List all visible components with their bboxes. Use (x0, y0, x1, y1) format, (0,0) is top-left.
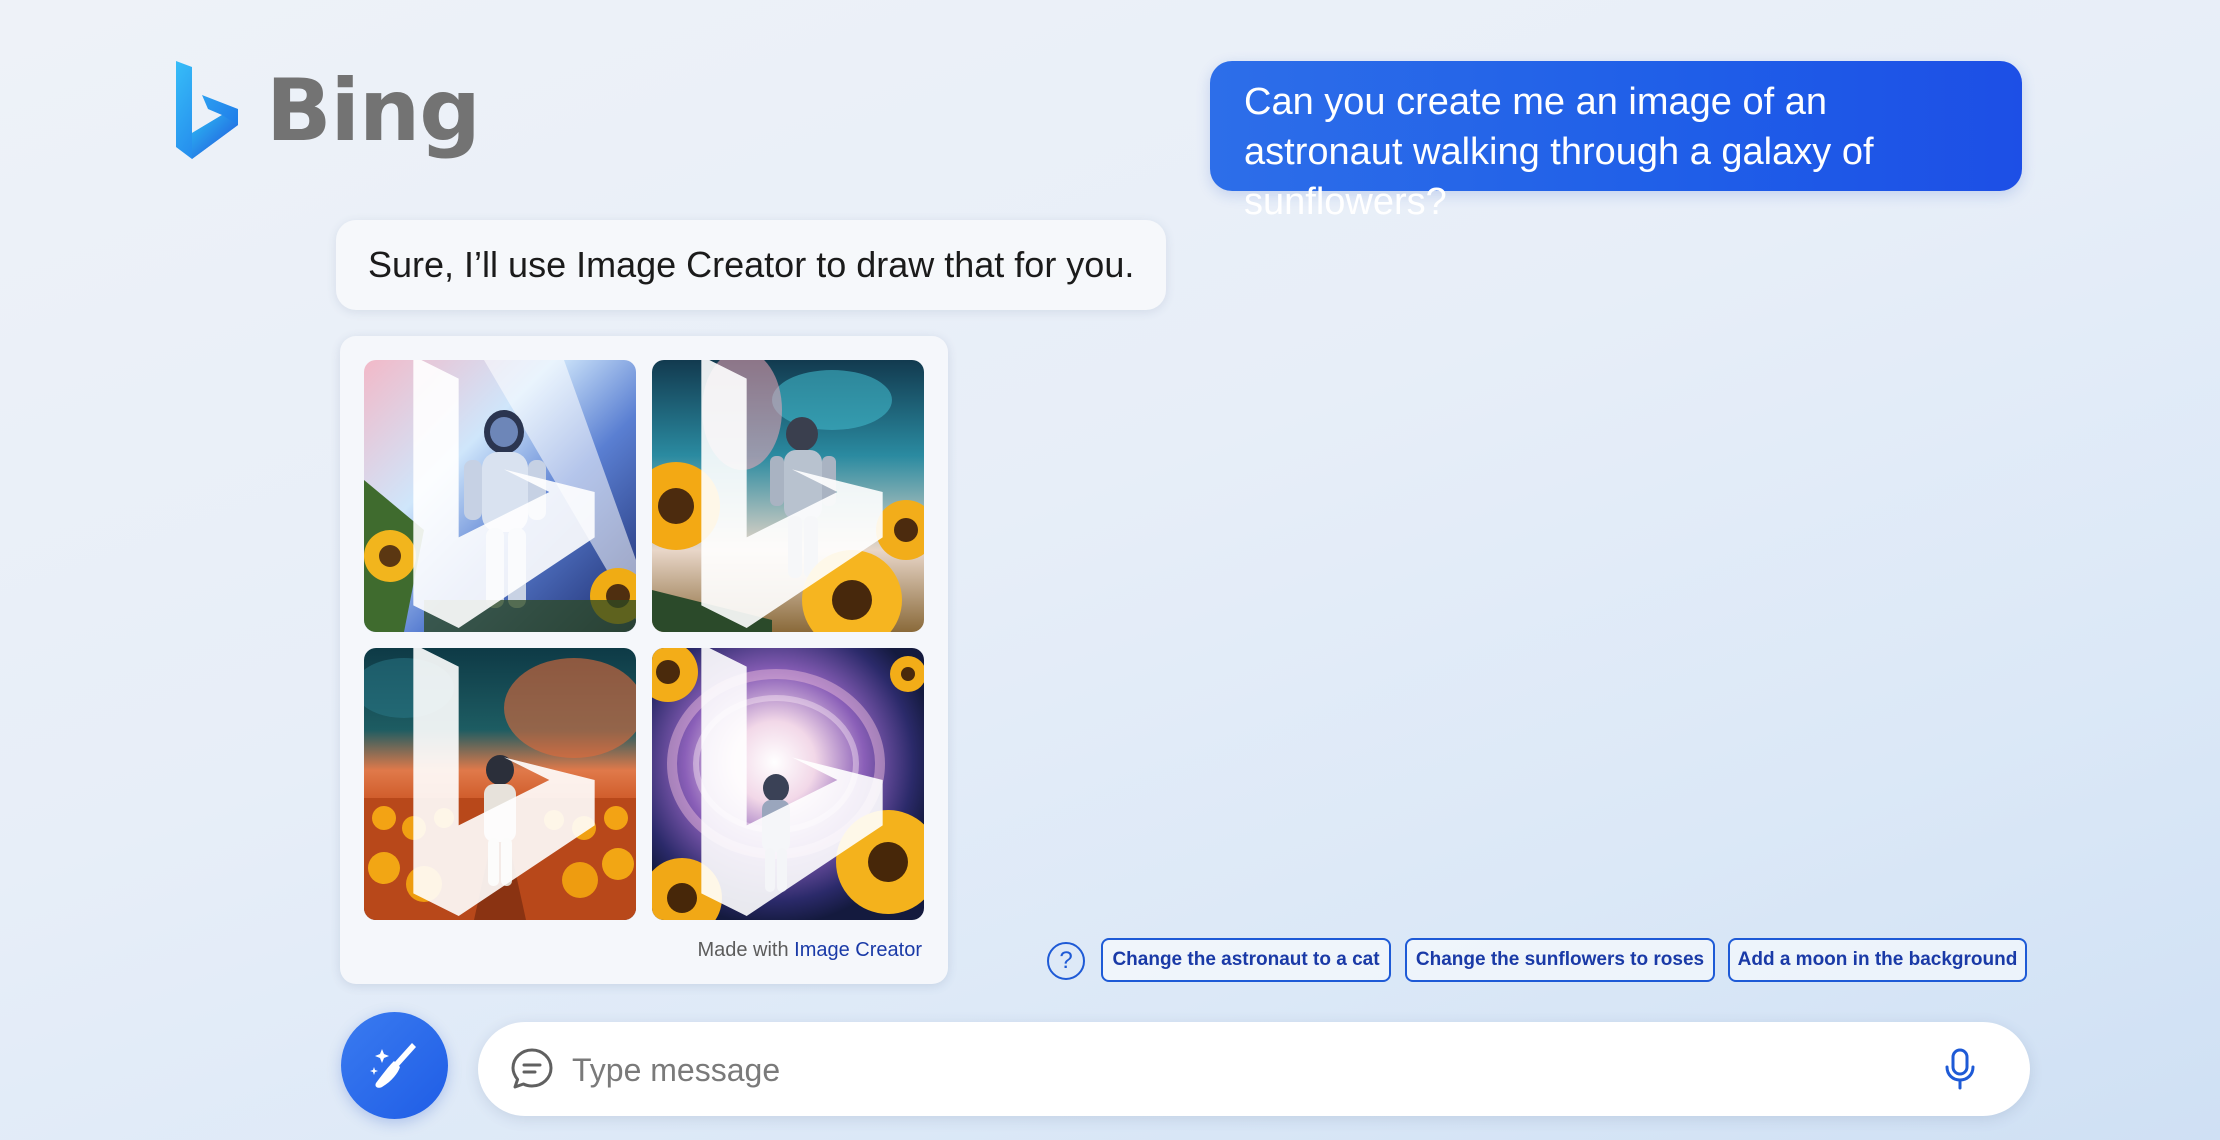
question-icon[interactable]: ? (1047, 942, 1085, 980)
suggestion-chip-1[interactable]: Change the astronaut to a cat (1101, 938, 1391, 982)
credit-prefix: Made with (697, 939, 789, 961)
image-creator-link[interactable]: Image Creator (794, 939, 922, 961)
user-message: Can you create me an image of an astrona… (1210, 61, 2022, 223)
message-input[interactable] (570, 1039, 1914, 1101)
generated-image-4[interactable] (652, 648, 924, 920)
generated-image-1[interactable] (364, 360, 636, 632)
image-creator-credit: Made with Image Creator (697, 939, 922, 962)
bing-b-icon (176, 61, 238, 159)
bot-reply: Sure, I’ll use Image Creator to draw tha… (336, 220, 1167, 310)
suggestion-chip-3[interactable]: Add a moon in the background (1728, 938, 2027, 982)
bing-wordmark: Bing (266, 61, 481, 161)
broom-sparkle-icon (369, 1042, 416, 1088)
microphone-icon[interactable] (1942, 1048, 1978, 1090)
chat-bubble-icon (511, 1048, 553, 1089)
generated-image-3[interactable] (364, 648, 636, 920)
message-composer (478, 1022, 2030, 1116)
generated-image-2[interactable] (652, 360, 924, 632)
image-creator-card: Made with Image Creator (340, 336, 948, 984)
bing-logo: Bing (170, 56, 481, 166)
suggestion-chip-2[interactable]: Change the sunflowers to roses (1405, 938, 1715, 982)
new-topic-button[interactable] (341, 1012, 448, 1119)
